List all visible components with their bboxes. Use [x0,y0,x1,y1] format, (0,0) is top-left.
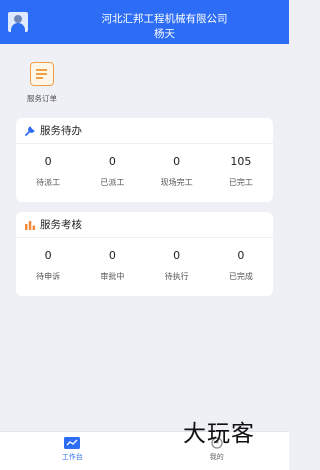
service-pending-card: 服务待办 0 待派工 0 已派工 0 现场完工 105 已完工 [16,118,273,202]
stat-label: 待派工 [36,178,61,187]
stat-onsite-completed[interactable]: 0 现场完工 [145,155,209,188]
doc-line [36,73,47,75]
tab-profile[interactable]: 我的 [145,432,290,470]
service-assessment-card: 服务考核 0 待申诉 0 审批中 0 待执行 0 已完成 [16,212,273,296]
stat-pending-dispatch[interactable]: 0 待派工 [16,155,80,188]
stat-label: 待申诉 [36,272,61,281]
card-title: 服务待办 [40,125,82,137]
workbench-chart-icon [64,437,81,449]
company-name: 河北汇邦工程机械有限公司 [101,13,228,25]
stat-value: 0 [108,249,116,262]
wrench-icon [25,126,35,136]
stat-value: 105 [230,155,252,168]
tab-label: 工作台 [61,453,83,461]
doc-line [36,77,43,79]
pending-stats: 0 待派工 0 已派工 0 现场完工 105 已完工 [16,155,273,188]
doc-line [36,69,47,71]
user-name: 杨天 [154,28,175,40]
stat-label: 已派工 [100,178,125,187]
avatar-head [14,15,22,23]
service-order-shortcut[interactable]: 服务订单 [20,62,64,104]
stat-dispatched[interactable]: 0 已派工 [80,155,144,188]
stat-finished[interactable]: 0 已完成 [209,249,273,282]
stat-label: 已完工 [228,178,253,187]
stat-value: 0 [237,249,245,262]
stat-value: 0 [173,249,181,262]
stat-label: 审批中 [100,272,125,281]
stat-label: 现场完工 [160,178,193,187]
stat-pending-execution[interactable]: 0 待执行 [145,249,209,282]
stat-completed[interactable]: 105 已完工 [209,155,273,188]
avatar-body [11,23,25,32]
bar-chart-icon [25,221,36,230]
document-list-icon [30,62,54,86]
stat-value: 0 [44,155,52,168]
stat-under-approval[interactable]: 0 审批中 [80,249,144,282]
card-header: 服务待办 [16,118,273,144]
stat-label: 已完成 [228,272,253,281]
profile-icon [211,437,223,449]
card-header: 服务考核 [16,212,273,238]
bottom-tabbar: 工作台 我的 [0,431,289,470]
stat-pending-appeal[interactable]: 0 待申诉 [16,249,80,282]
card-title: 服务考核 [40,219,82,231]
app-header: 河北汇邦工程机械有限公司 杨天 [0,0,289,44]
tab-workbench[interactable]: 工作台 [0,432,145,470]
stat-value: 0 [44,249,52,262]
tab-label: 我的 [209,453,224,461]
assessment-stats: 0 待申诉 0 审批中 0 待执行 0 已完成 [16,249,273,282]
service-order-label: 服务订单 [27,94,57,103]
stat-value: 0 [108,155,116,168]
stat-label: 待执行 [164,272,189,281]
stat-value: 0 [173,155,181,168]
user-avatar-icon[interactable] [8,12,28,32]
